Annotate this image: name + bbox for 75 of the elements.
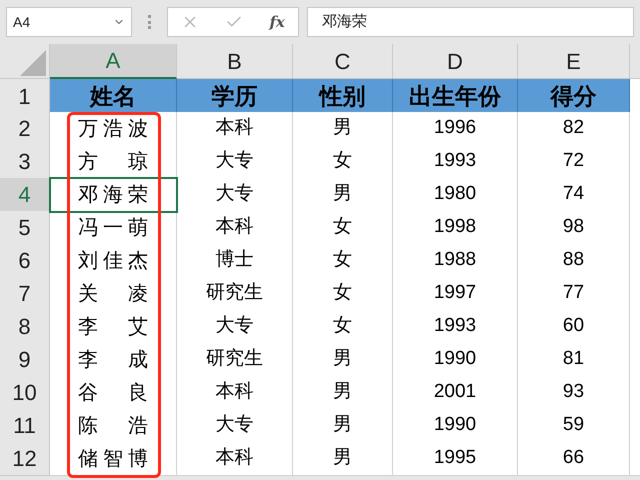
header-cell: 性别 — [293, 79, 393, 114]
table-cell: 1993 — [393, 145, 518, 179]
row-header[interactable]: 5 — [0, 211, 50, 245]
table-cell: 女 — [293, 145, 393, 179]
table-cell: 59 — [518, 409, 630, 443]
table-cell: 李成 — [50, 343, 177, 377]
table-cell: 本科 — [177, 112, 293, 146]
table-cell: 男 — [293, 442, 393, 476]
table-cell: 女 — [293, 211, 393, 245]
table-cell: 本科 — [177, 442, 293, 476]
table-cell: 60 — [518, 310, 630, 344]
table-cell: 女 — [293, 244, 393, 278]
header-cell: 姓名 — [50, 79, 177, 114]
table-cell: 77 — [518, 277, 630, 311]
table-cell: 大专 — [177, 178, 293, 212]
table-cell: 1990 — [393, 343, 518, 377]
row-header[interactable]: 2 — [0, 112, 50, 146]
row-header[interactable]: 10 — [0, 376, 50, 410]
table-cell: 1980 — [393, 178, 518, 212]
header-cell: 得分 — [518, 79, 630, 114]
table-cell: 本科 — [177, 211, 293, 245]
table-cell: 大专 — [177, 145, 293, 179]
row-header[interactable]: 6 — [0, 244, 50, 278]
table-cell: 72 — [518, 145, 630, 179]
table-cell: 1997 — [393, 277, 518, 311]
table-cell: 储智博 — [50, 442, 177, 476]
header-cell: 出生年份 — [393, 79, 518, 114]
table-cell: 研究生 — [177, 277, 293, 311]
table-cell: 男 — [293, 376, 393, 410]
table-cell: 刘佳杰 — [50, 244, 177, 278]
table-cell: 93 — [518, 376, 630, 410]
separator-grip-icon — [148, 15, 151, 29]
table-cell: 82 — [518, 112, 630, 146]
table-cell: 88 — [518, 244, 630, 278]
table-cell: 98 — [518, 211, 630, 245]
table-cell: 男 — [293, 409, 393, 443]
table-cell: 研究生 — [177, 343, 293, 377]
table-cell: 谷良 — [50, 376, 177, 410]
header-cell: 学历 — [177, 79, 293, 114]
table-cell: 大专 — [177, 310, 293, 344]
table-cell: 1990 — [393, 409, 518, 443]
column-header[interactable]: A — [50, 44, 177, 79]
table-cell: 1995 — [393, 442, 518, 476]
table-cell: 女 — [293, 277, 393, 311]
row-header[interactable]: 8 — [0, 310, 50, 344]
table-cell: 男 — [293, 112, 393, 146]
row-header[interactable]: 12 — [0, 442, 50, 476]
table-cell: 李艾 — [50, 310, 177, 344]
table-cell: 关凌 — [50, 277, 177, 311]
table-cell: 66 — [518, 442, 630, 476]
table-cell: 博士 — [177, 244, 293, 278]
table-cell: 1996 — [393, 112, 518, 146]
row-header[interactable]: 11 — [0, 409, 50, 443]
table-cell: 1993 — [393, 310, 518, 344]
table-cell: 1988 — [393, 244, 518, 278]
insert-function-button[interactable]: fx — [269, 10, 285, 34]
table-cell: 陈浩 — [50, 409, 177, 443]
table-cell: 本科 — [177, 376, 293, 410]
table-cell: 74 — [518, 178, 630, 212]
table-cell: 2001 — [393, 376, 518, 410]
select-all-icon[interactable] — [20, 50, 46, 76]
table-cell: 大专 — [177, 409, 293, 443]
row-header[interactable]: 4 — [0, 178, 50, 212]
table-cell: 邓海荣 — [50, 178, 177, 212]
table-cell: 男 — [293, 178, 393, 212]
table-cell: 81 — [518, 343, 630, 377]
table-cell: 方琼 — [50, 145, 177, 179]
table-cell: 男 — [293, 343, 393, 377]
table-cell: 1998 — [393, 211, 518, 245]
name-box[interactable]: A4 — [6, 7, 132, 37]
row-header[interactable]: 3 — [0, 145, 50, 179]
row-header[interactable]: 9 — [0, 343, 50, 377]
row-header[interactable]: 7 — [0, 277, 50, 311]
table-cell: 女 — [293, 310, 393, 344]
formula-field[interactable]: 邓海荣 — [307, 7, 634, 37]
